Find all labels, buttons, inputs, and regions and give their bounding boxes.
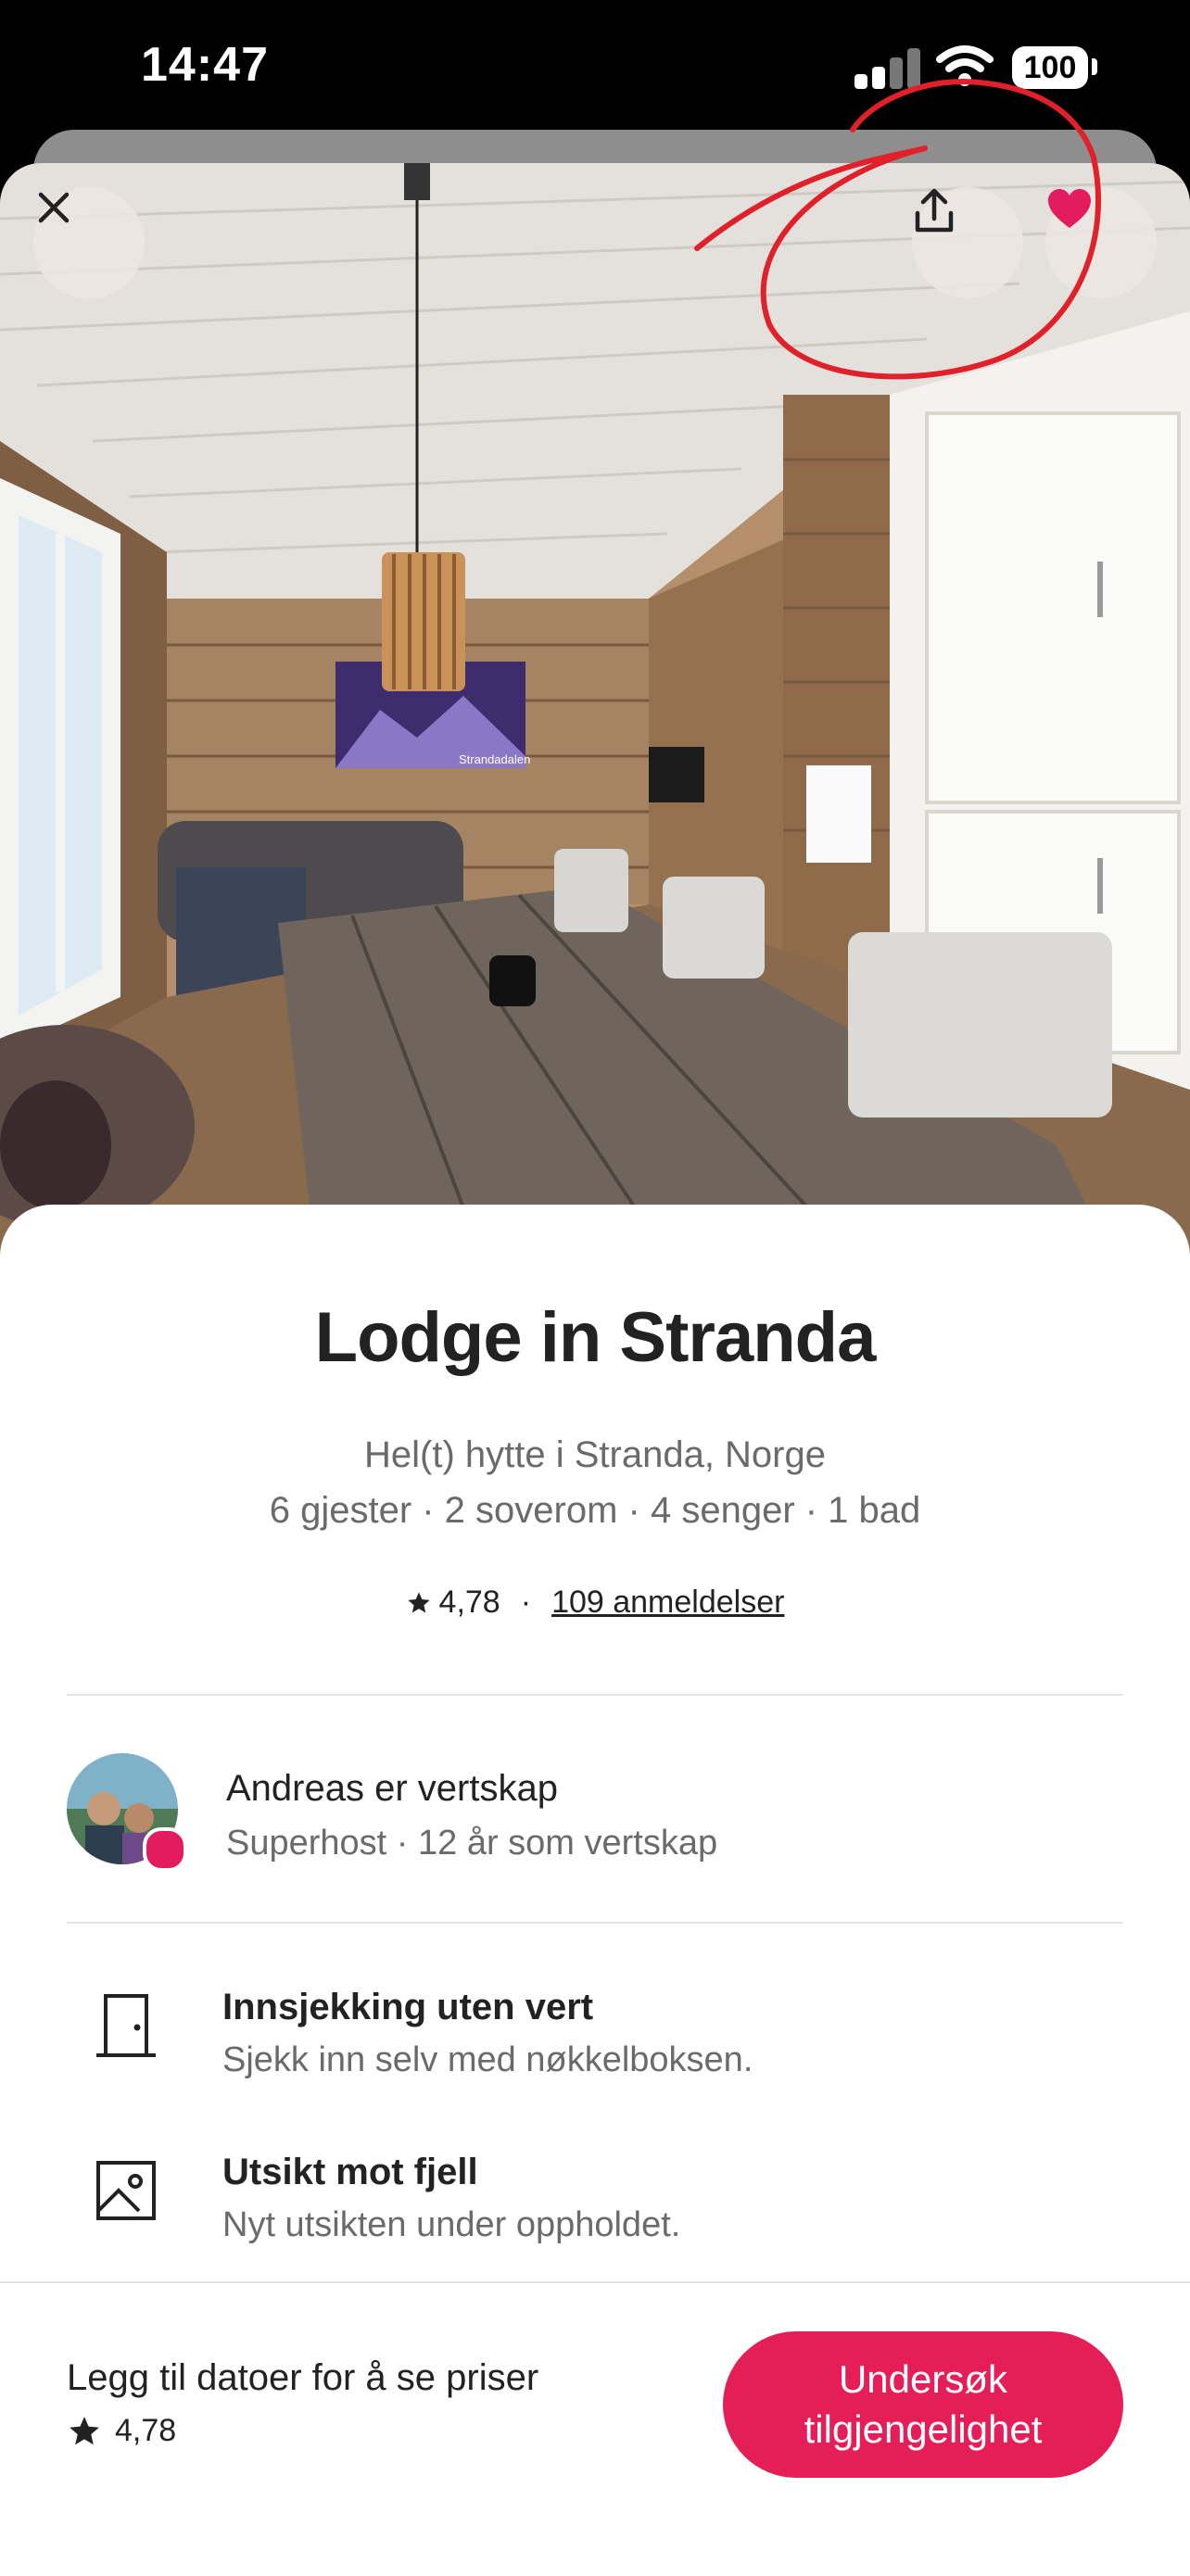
booking-bar: Legg til datoer for å se priser 4,78 Und…: [0, 2281, 1190, 2576]
feature-subtitle: Sjekk inn selv med nøkkelboksen.: [222, 2040, 753, 2079]
listing-title: Lodge in Stranda: [314, 1298, 877, 1377]
feature-self-checkin: Innsjekking uten vert Sjekk inn selv med…: [67, 1983, 1123, 2113]
price-prompt: Legg til datoer for å se priser: [67, 2357, 539, 2398]
separator-dot: ·: [520, 1585, 532, 1620]
feature-title: Utsikt mot fjell: [222, 2152, 478, 2192]
painting-label: Strandadalen: [459, 752, 530, 766]
bottom-rating: 4,78: [67, 2413, 176, 2449]
listing-type: Hel(t) hytte i Stranda, Norge: [364, 1434, 826, 1475]
host-section[interactable]: Andreas er vertskap Superhost · 12 år so…: [67, 1753, 1123, 1874]
check-availability-button[interactable]: Undersøk tilgjengelighet: [723, 2331, 1123, 2478]
bottom-rating-value: 4,78: [115, 2413, 177, 2448]
rating-value: 4,78: [438, 1585, 500, 1620]
divider: [67, 1922, 1123, 1924]
divider: [67, 1694, 1123, 1696]
reviews-link[interactable]: 109 anmeldelser: [551, 1585, 784, 1621]
check-availability-label: Undersøk tilgjengelighet: [804, 2357, 1043, 2451]
superhost-badge: [143, 1827, 187, 1872]
feature-subtitle: Nyt utsikten under oppholdet.: [222, 2205, 681, 2244]
rating-row: 4,78 · 109 anmeldelser: [0, 1585, 1190, 1621]
host-name: Andreas er vertskap: [226, 1768, 558, 1809]
star-icon: [70, 2416, 99, 2444]
feature-mountain-view: Utsikt mot fjell Nyt utsikten under opph…: [67, 2148, 1123, 2278]
star-icon: [407, 1591, 430, 1612]
picture-icon: [96, 2161, 156, 2220]
door-icon: [96, 1994, 156, 2057]
feature-title: Innsjekking uten vert: [222, 1987, 594, 2027]
listing-details-line: 6 gjester · 2 soverom · 4 senger · 1 bad: [269, 1490, 921, 1531]
annotation-scribble: [694, 79, 1102, 380]
host-subtitle: Superhost · 12 år som vertskap: [226, 1824, 718, 1863]
